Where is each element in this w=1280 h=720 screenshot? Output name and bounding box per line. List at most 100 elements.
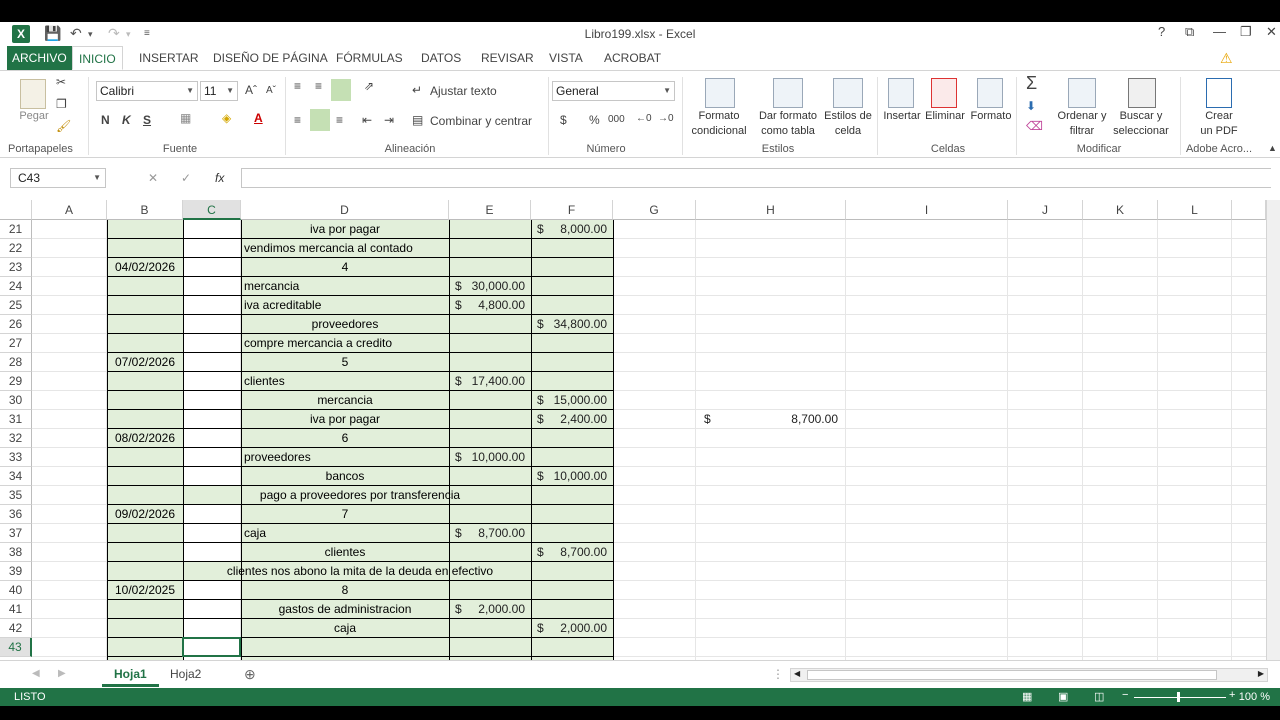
cell-d26[interactable]: proveedores [241,315,449,334]
cell-d42[interactable]: caja [241,619,449,638]
thousands-format-button[interactable]: 000 [608,114,625,125]
restore-icon[interactable]: ❐ [1240,24,1252,40]
cell-d39[interactable]: clientes nos abono la mita de la deuda e… [107,562,613,581]
decrease-decimal-icon[interactable]: →0 [658,113,674,124]
increase-decimal-icon[interactable]: ←0 [636,113,652,124]
name-box[interactable]: C43 ▼ [10,168,106,188]
row-header-34[interactable]: 34 [0,467,32,486]
find-select-icon[interactable] [1128,78,1156,108]
row-header-43[interactable]: 43 [0,638,32,657]
row-header-33[interactable]: 33 [0,448,32,467]
column-header-l[interactable]: L [1158,200,1232,220]
cut-icon[interactable]: ✂ [56,75,66,89]
column-header-j[interactable]: J [1008,200,1083,220]
font-name-select[interactable]: Calibri ▼ [96,81,198,101]
cell-f34[interactable]: $10,000.00 [531,467,613,486]
cell-f26[interactable]: $34,800.00 [531,315,613,334]
tab-diseno-pagina[interactable]: DISEÑO DE PÁGINA [207,46,334,70]
sheet-tab-hoja2[interactable]: Hoja2 [158,661,213,687]
help-icon[interactable]: ? [1158,24,1165,39]
cell-b32[interactable]: 08/02/2026 [107,429,183,448]
merge-center-button[interactable]: Combinar y centrar [430,114,532,128]
column-header-h[interactable]: H [696,200,846,220]
bold-button[interactable]: N [101,113,110,127]
tab-archivo[interactable]: ARCHIVO [7,46,72,70]
fill-icon[interactable]: ⬇ [1026,99,1036,113]
number-format-select[interactable]: General ▼ [552,81,675,101]
enter-icon[interactable]: ✓ [181,171,191,185]
zoom-slider[interactable] [1134,697,1226,698]
align-center-icon[interactable] [310,109,330,131]
cell-d36[interactable]: 7 [241,505,449,524]
cell-d32[interactable]: 6 [241,429,449,448]
cell-d38[interactable]: clientes [241,543,449,562]
align-bottom-icon[interactable] [331,79,351,101]
align-left-icon[interactable]: ≡ [294,113,301,127]
underline-button[interactable]: S [143,113,151,127]
format-as-table-icon[interactable] [773,78,803,108]
sort-filter-icon[interactable] [1068,78,1096,108]
cell-f38[interactable]: $8,700.00 [531,543,613,562]
cell-e29[interactable]: $17,400.00 [449,372,531,391]
page-break-icon[interactable]: ◫ [1094,690,1104,703]
ribbon-display-icon[interactable]: ⧉ [1185,24,1194,40]
paste-icon[interactable] [20,79,46,109]
formula-input[interactable] [241,168,1271,188]
horizontal-scrollbar[interactable]: ◀ ▶ [790,668,1268,682]
cell-d21[interactable]: iva por pagar [241,220,449,239]
tab-split-icon[interactable]: ⋮ [772,667,784,681]
cell-e25[interactable]: $4,800.00 [449,296,531,315]
row-header-27[interactable]: 27 [0,334,32,353]
row-header-22[interactable]: 22 [0,239,32,258]
conditional-format-button[interactable]: Formato condicional [684,109,754,139]
increase-font-icon[interactable]: Aˆ [245,83,257,97]
format-cells-button[interactable]: Formato [968,109,1014,124]
row-header-24[interactable]: 24 [0,277,32,296]
column-header-e[interactable]: E [449,200,531,220]
collapse-ribbon-icon[interactable]: ▲ [1268,143,1277,153]
column-header-b[interactable]: B [107,200,183,220]
cell-d35[interactable]: pago a proveedores por transferencia [107,486,613,505]
column-header-k[interactable]: K [1083,200,1158,220]
align-right-icon[interactable]: ≡ [336,113,343,127]
tab-datos[interactable]: DATOS [415,46,467,70]
wrap-text-button[interactable]: Ajustar texto [430,84,497,98]
cell-d22[interactable]: vendimos mercancia al contado [244,239,449,258]
insert-cells-button[interactable]: Insertar [880,109,924,124]
row-header-25[interactable]: 25 [0,296,32,315]
cell-d29[interactable]: clientes [244,372,449,391]
row-header-23[interactable]: 23 [0,258,32,277]
column-header-g[interactable]: G [613,200,696,220]
delete-cells-button[interactable]: Eliminar [922,109,968,124]
orientation-icon[interactable]: ⇗ [364,79,374,93]
borders-icon[interactable]: ▦ [180,111,191,125]
tab-formulas[interactable]: FÓRMULAS [330,46,409,70]
tab-vista[interactable]: VISTA [543,46,589,70]
insert-function-icon[interactable]: fx [215,171,224,185]
cell-d30[interactable]: mercancia [241,391,449,410]
cell-f31[interactable]: $2,400.00 [531,410,613,429]
zoom-level[interactable]: 100 % [1239,691,1270,703]
format-cells-icon[interactable] [977,78,1003,108]
minimize-icon[interactable]: — [1213,24,1226,39]
row-header-39[interactable]: 39 [0,562,32,581]
font-color-icon[interactable]: A [254,111,263,125]
percent-format-button[interactable]: % [589,113,600,127]
cell-d23[interactable]: 4 [241,258,449,277]
normal-view-icon[interactable]: ▦ [1022,690,1032,703]
cell-b28[interactable]: 07/02/2026 [107,353,183,372]
row-header-40[interactable]: 40 [0,581,32,600]
tab-inicio[interactable]: INICIO [72,46,123,70]
sheet-tab-hoja1[interactable]: Hoja1 [102,661,159,687]
page-layout-icon[interactable]: ▣ [1058,690,1068,703]
row-header-38[interactable]: 38 [0,543,32,562]
row-header-42[interactable]: 42 [0,619,32,638]
paste-button[interactable]: Pegar [14,109,54,124]
sort-filter-button[interactable]: Ordenar y filtrar [1052,109,1112,139]
merge-center-icon[interactable]: ▤ [412,113,423,127]
cell-d33[interactable]: proveedores [244,448,449,467]
tab-insertar[interactable]: INSERTAR [133,46,205,70]
column-header-f[interactable]: F [531,200,613,220]
row-header-30[interactable]: 30 [0,391,32,410]
new-sheet-icon[interactable]: ⊕ [244,666,256,683]
